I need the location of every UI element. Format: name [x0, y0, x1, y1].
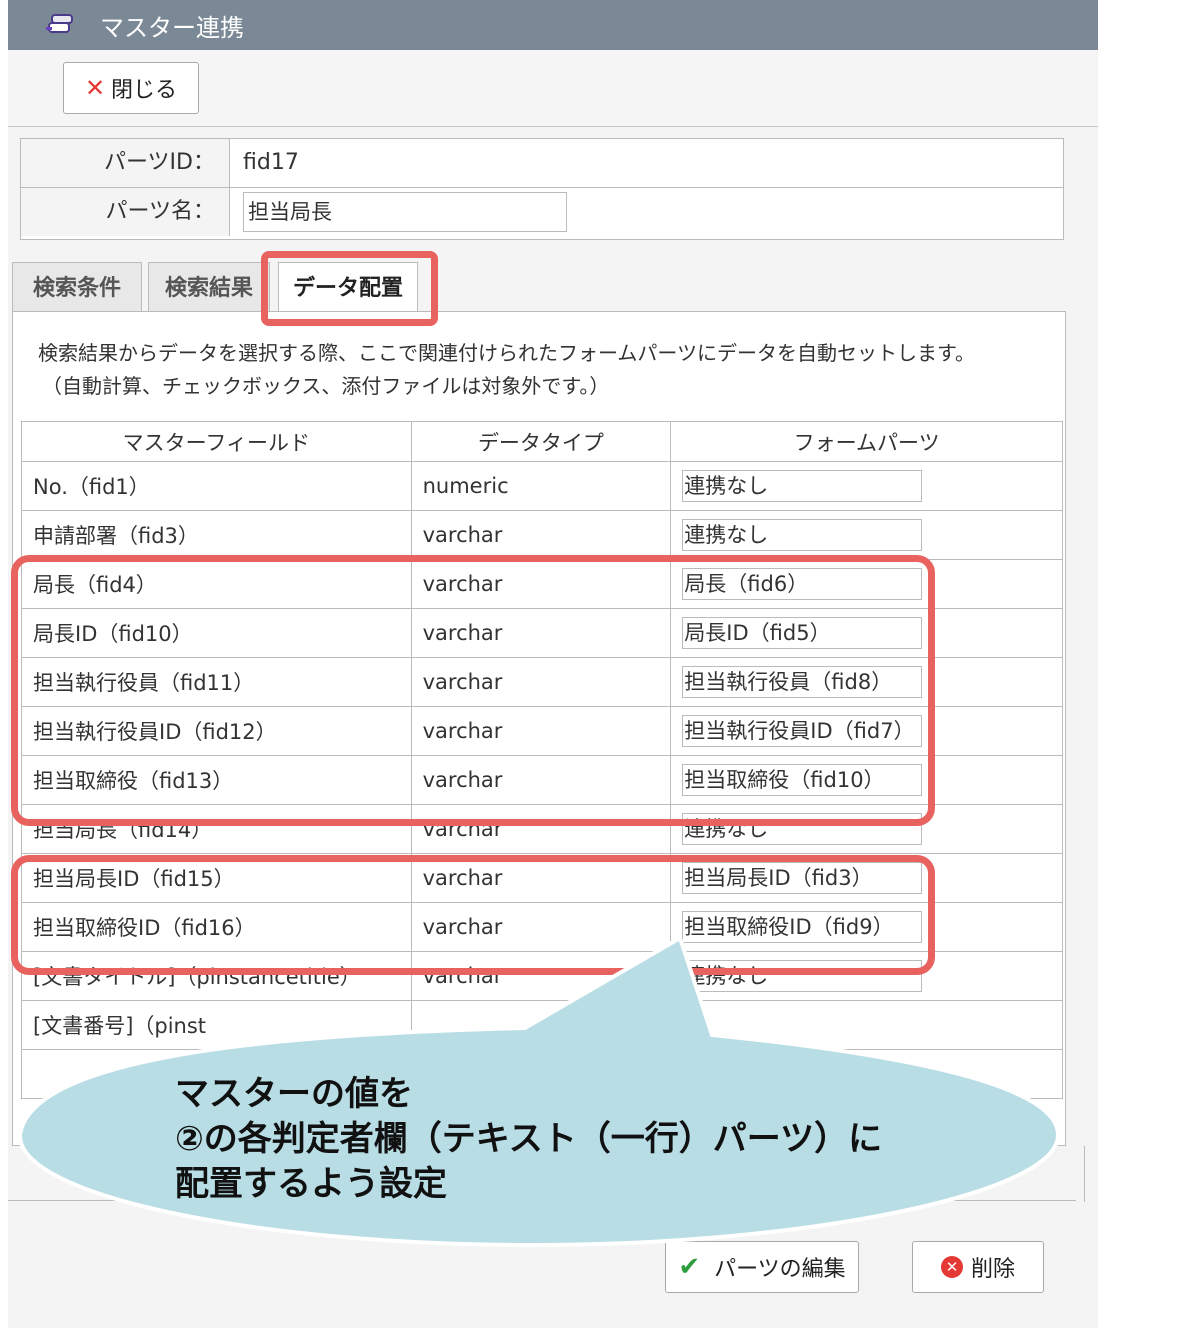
data-type-cell: varchar — [410, 510, 672, 560]
form-part-cell: 担当執行役員（fid8） — [670, 657, 1063, 707]
form-part-select[interactable]: 連携なし — [682, 813, 923, 845]
callout-text: マスターの値を ②の各判定者欄（テキスト（一行）パーツ）に 配置するよう設定 — [175, 1072, 882, 1207]
callout-line-1: マスターの値を — [175, 1074, 413, 1114]
form-part-select[interactable]: 担当取締役ID（fid9） — [682, 911, 923, 943]
mapping-table: マスターフィールド データタイプ フォームパーツ No.（fid1） numeri… — [21, 421, 1063, 1099]
header-form-part: フォームパーツ — [670, 421, 1063, 462]
data-type-cell: varchar — [410, 559, 672, 609]
link-icon — [46, 14, 73, 33]
edit-parts-label: パーツの編集 — [714, 1257, 846, 1282]
master-field-cell: 担当局長（fid14） — [21, 804, 412, 854]
table-row: 担当局長（fid14） varchar 連携なし — [21, 804, 1063, 854]
table-row: 申請部署（fid3） varchar 連携なし — [21, 510, 1063, 560]
data-type-cell — [410, 1000, 672, 1050]
data-type-cell: varchar — [410, 951, 672, 1001]
form-part-cell: 担当局長ID（fid3） — [670, 853, 1063, 903]
form-part-cell: 担当執行役員ID（fid7） — [670, 706, 1063, 756]
master-field-cell: [文書タイトル]（pinstancetitle） — [21, 951, 412, 1001]
header-master-field: マスターフィールド — [21, 421, 412, 462]
form-part-cell: 担当取締役ID（fid9） — [670, 902, 1063, 952]
table-row: 担当取締役ID（fid16） varchar 担当取締役ID（fid9） — [21, 902, 1063, 952]
edit-parts-button[interactable]: ✔ パーツの編集 — [665, 1241, 859, 1293]
header-data-type: データタイプ — [410, 421, 672, 462]
table-row: [文書番号]（pinst — [21, 1000, 1063, 1050]
master-field-cell: 局長ID（fid10） — [21, 608, 412, 658]
dialog-title: マスター連携 — [100, 14, 244, 42]
description: 検索結果からデータを選択する際、ここで関連付けられたフォームパーツにデータを自動… — [38, 337, 975, 403]
data-type-cell: varchar — [410, 804, 672, 854]
master-field-cell: 担当取締役ID（fid16） — [21, 902, 412, 952]
form-part-cell — [670, 1000, 1063, 1050]
table-row: [文書タイトル]（pinstancetitle） varchar 連携なし — [21, 951, 1063, 1001]
description-line-2: （自動計算、チェックボックス、添付ファイルは対象外です。） — [42, 374, 610, 398]
form-part-cell: 連携なし — [670, 804, 1063, 854]
form-part-select[interactable]: 連携なし — [682, 960, 923, 992]
close-icon: ✕ — [84, 74, 106, 102]
tab-search-conditions[interactable]: 検索条件 — [12, 262, 142, 312]
table-row: 担当執行役員ID（fid12） varchar 担当執行役員ID（fid7） — [21, 706, 1063, 756]
table-row: 局長（fid4） varchar 局長（fid6） — [21, 559, 1063, 609]
master-field-cell: 担当取締役（fid13） — [21, 755, 412, 805]
form-part-select[interactable]: 連携なし — [682, 519, 923, 551]
delete-button[interactable]: ✕ 削除 — [912, 1241, 1044, 1293]
parts-id-row: パーツID： fid17 — [21, 139, 1063, 188]
parts-id-label: パーツID： — [21, 139, 230, 187]
data-type-cell: varchar — [410, 706, 672, 756]
master-field-cell: 局長（fid4） — [21, 559, 412, 609]
data-type-cell: varchar — [410, 902, 672, 952]
data-type-cell: numeric — [410, 461, 672, 511]
toolbar: ✕ 閉じる — [8, 50, 1098, 127]
title-bar: マスター連携 — [8, 0, 1098, 50]
panel-edge — [1068, 1146, 1085, 1202]
table-header-row: マスターフィールド データタイプ フォームパーツ — [21, 421, 1063, 462]
data-type-cell: varchar — [410, 608, 672, 658]
master-field-cell: [文書番号]（pinst — [21, 1000, 412, 1050]
form-part-cell: 連携なし — [670, 510, 1063, 560]
form-part-cell: 局長ID（fid5） — [670, 608, 1063, 658]
table-row: 担当取締役（fid13） varchar 担当取締役（fid10） — [21, 755, 1063, 805]
master-field-cell: No.（fid1） — [21, 461, 412, 511]
master-field-cell: 担当執行役員（fid11） — [21, 657, 412, 707]
form-part-cell: 担当取締役（fid10） — [670, 755, 1063, 805]
master-field-cell: 担当執行役員ID（fid12） — [21, 706, 412, 756]
close-button-label: 閉じる — [111, 78, 178, 103]
parts-name-row: パーツ名： 担当局長 — [21, 188, 1063, 236]
delete-label: 削除 — [970, 1257, 1015, 1282]
table-row: 局長ID（fid10） varchar 局長ID（fid5） — [21, 608, 1063, 658]
parts-id-value: fid17 — [243, 150, 299, 175]
tab-data-placement[interactable]: データ配置 — [278, 262, 418, 313]
form-part-cell: 局長（fid6） — [670, 559, 1063, 609]
parts-name-label: パーツ名： — [21, 188, 230, 236]
master-field-cell: 担当局長ID（fid15） — [21, 853, 412, 903]
form-part-select[interactable]: 局長ID（fid5） — [682, 617, 923, 649]
form-part-cell: 連携なし — [670, 461, 1063, 511]
description-line-1: 検索結果からデータを選択する際、ここで関連付けられたフォームパーツにデータを自動… — [38, 341, 975, 365]
form-part-select[interactable]: 担当執行役員（fid8） — [682, 666, 923, 698]
table-row: 担当執行役員（fid11） varchar 担当執行役員（fid8） — [21, 657, 1063, 707]
parts-info-table: パーツID： fid17 パーツ名： 担当局長 — [20, 138, 1064, 240]
table-row: No.（fid1） numeric 連携なし — [21, 461, 1063, 511]
data-type-cell: varchar — [410, 657, 672, 707]
delete-icon: ✕ — [940, 1256, 963, 1278]
tab-search-results[interactable]: 検索結果 — [148, 262, 270, 312]
close-button[interactable]: ✕ 閉じる — [63, 62, 199, 114]
form-part-select[interactable]: 担当取締役（fid10） — [682, 764, 923, 796]
form-part-cell: 連携なし — [670, 951, 1063, 1001]
data-type-cell: varchar — [410, 853, 672, 903]
data-type-cell: varchar — [410, 755, 672, 805]
master-field-cell: 申請部署（fid3） — [21, 510, 412, 560]
callout-line-2: ②の各判定者欄（テキスト（一行）パーツ）に — [175, 1119, 883, 1159]
callout-line-3: 配置するよう設定 — [175, 1164, 447, 1204]
check-icon: ✔ — [678, 1252, 701, 1282]
form-part-select[interactable]: 担当局長ID（fid3） — [682, 862, 923, 894]
table-row: 担当局長ID（fid15） varchar 担当局長ID（fid3） — [21, 853, 1063, 903]
form-part-select[interactable]: 担当執行役員ID（fid7） — [682, 715, 923, 747]
form-part-select[interactable]: 局長（fid6） — [682, 568, 923, 600]
form-part-select[interactable]: 連携なし — [682, 470, 923, 502]
parts-name-input[interactable]: 担当局長 — [243, 192, 567, 232]
